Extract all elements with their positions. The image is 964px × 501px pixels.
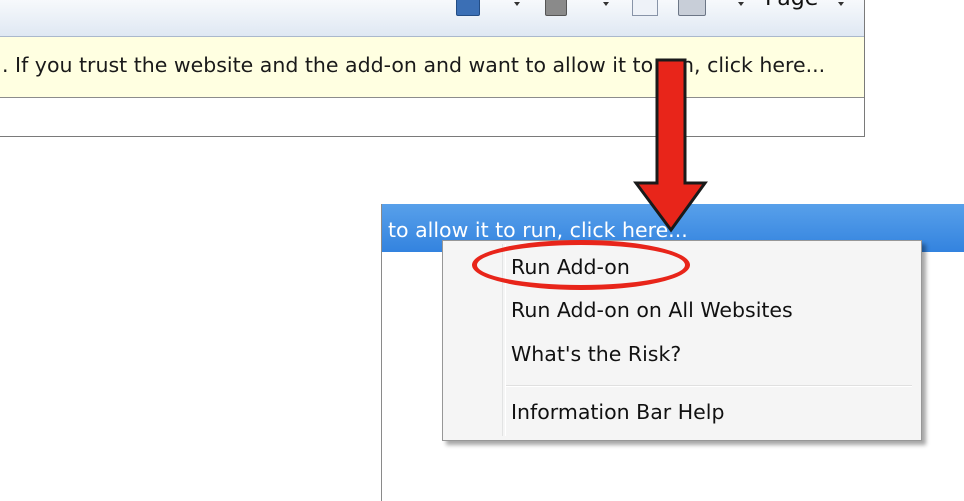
home-dropdown-arrow-icon[interactable]: [514, 2, 520, 6]
highlight-ellipse: [472, 240, 690, 290]
feeds-dropdown-arrow-icon[interactable]: [603, 2, 609, 6]
menu-item-run-add-on-all-websites[interactable]: Run Add-on on All Websites: [511, 298, 793, 322]
page-menu-button[interactable]: Page: [765, 0, 818, 11]
mail-icon[interactable]: [632, 0, 658, 16]
page-dropdown-arrow-icon[interactable]: [838, 2, 844, 6]
feeds-icon[interactable]: [545, 0, 567, 16]
menu-item-whats-the-risk[interactable]: What's the Risk?: [511, 342, 681, 366]
home-icon[interactable]: [456, 0, 480, 16]
menu-item-information-bar-help[interactable]: Information Bar Help: [511, 400, 725, 424]
command-bar: Page: [0, 0, 864, 37]
menu-separator: [506, 385, 912, 387]
print-dropdown-arrow-icon[interactable]: [738, 2, 744, 6]
information-bar[interactable]: . If you trust the website and the add-o…: [0, 37, 864, 98]
browser-window-top: Page . If you trust the website and the …: [0, 0, 865, 137]
print-icon[interactable]: [678, 0, 706, 16]
down-arrow-icon: [633, 58, 708, 233]
